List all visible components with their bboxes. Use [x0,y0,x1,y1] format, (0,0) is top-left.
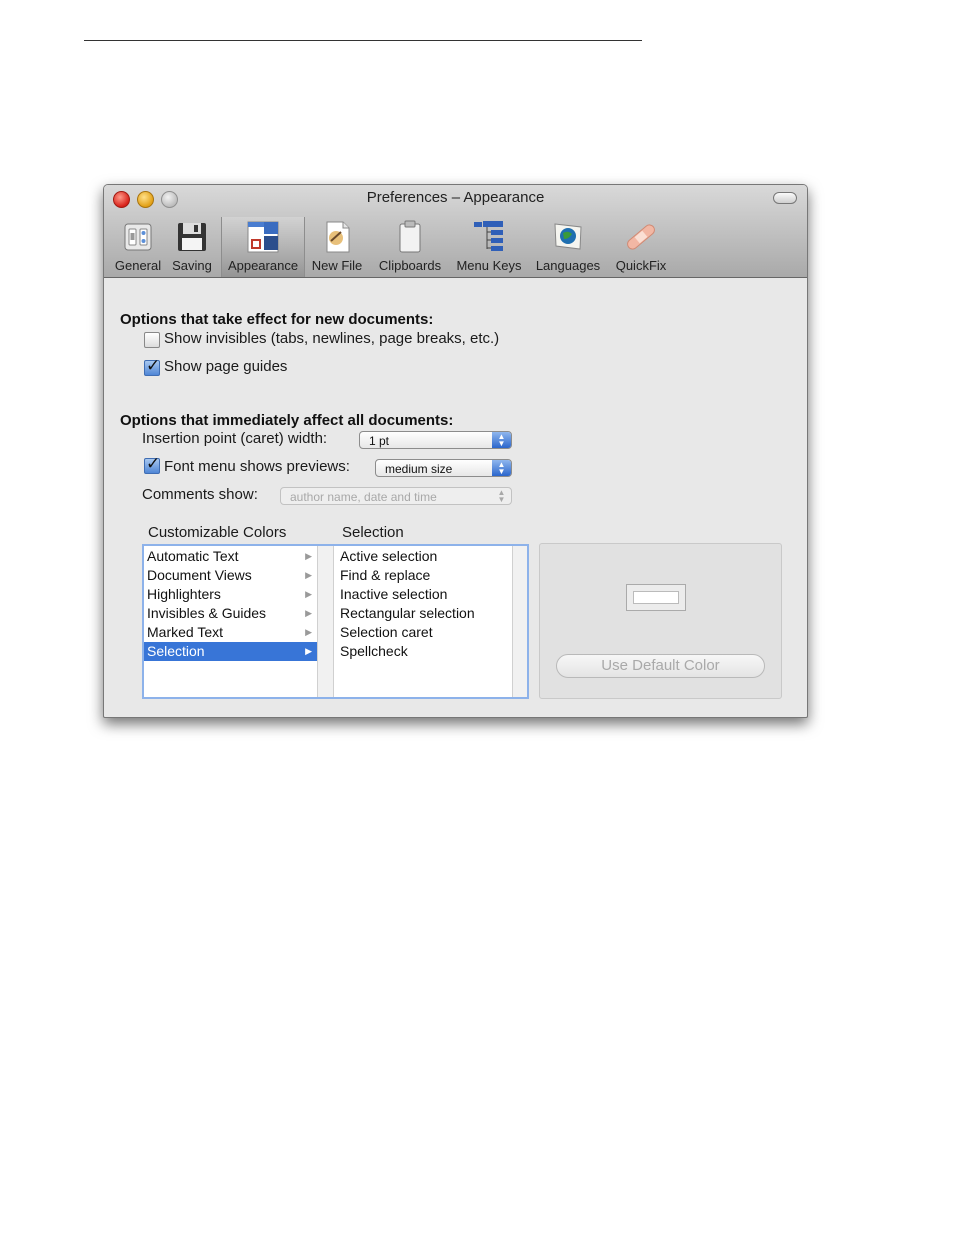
comments-show-label: Comments show: [142,486,258,503]
category-label: Marked Text [147,624,223,640]
disclosure-arrow-icon: ▶ [305,646,312,656]
category-label: Automatic Text [147,548,239,564]
tab-appearance-label: Appearance [227,258,299,273]
tab-menu-keys-label: Menu Keys [456,258,522,273]
tab-clipboards[interactable]: Clipboards [374,217,446,277]
floppy-disk-icon [178,223,206,251]
disclosure-arrow-icon: ▶ [305,551,312,561]
tab-quickfix-label: QuickFix [615,258,667,273]
caret-width-popup[interactable]: 1 pt ▲ ▼ [359,431,512,449]
category-marked-text[interactable]: Marked Text ▶ [144,623,317,642]
popup-arrows-icon: ▲ ▼ [492,432,511,448]
all-documents-heading: Options that immediately affect all docu… [120,412,454,429]
caret-width-label: Insertion point (caret) width: [142,430,328,447]
popup-arrows-icon: ▲ ▼ [492,460,511,476]
item-spellcheck[interactable]: Spellcheck [337,642,512,661]
item-inactive-selection[interactable]: Inactive selection [337,585,512,604]
category-invisibles-guides[interactable]: Invisibles & Guides ▶ [144,604,317,623]
color-category-column: Automatic Text ▶ Document Views ▶ Highligh… [144,546,317,697]
color-editor-panel: Use Default Color [539,543,782,699]
checkmark-icon: ✓ [146,356,161,375]
appearance-pane: Options that take effect for new documen… [104,278,807,717]
tab-appearance[interactable]: Appearance [221,217,305,277]
new-documents-heading: Options that take effect for new documen… [120,311,434,328]
font-previews-label[interactable]: Font menu shows previews: [164,458,350,475]
tab-clipboards-label: Clipboards [378,258,442,273]
checkmark-icon: ✓ [146,454,161,473]
show-page-guides-checkbox[interactable]: ✓ [144,356,160,376]
disclosure-arrow-icon: ▶ [305,570,312,580]
window-title: Preferences – Appearance [366,189,545,206]
category-selection[interactable]: Selection ▶ [144,642,317,661]
item-column-scrollbar[interactable] [512,546,527,697]
tab-saving[interactable]: Saving [168,217,216,277]
color-item-column: Active selection Find & replace Inactive… [337,546,512,697]
category-label: Highlighters [147,586,221,602]
disclosure-arrow-icon: ▶ [305,627,312,637]
comments-show-value: author name, date and time [290,490,437,504]
globe-flag-icon [554,223,582,250]
tab-quickfix[interactable]: QuickFix [610,217,672,277]
disclosure-arrow-icon: ▶ [305,608,312,618]
category-column-scrollbar[interactable] [317,546,334,697]
switches-icon [124,223,152,251]
show-page-guides-label[interactable]: Show page guides [164,358,287,375]
color-well[interactable] [626,584,686,611]
font-previews-checkbox[interactable]: ✓ [144,454,160,474]
tab-menu-keys[interactable]: Menu Keys [452,217,526,277]
menu-keys-icon [474,221,503,251]
color-well-swatch [633,591,679,604]
item-active-selection[interactable]: Active selection [337,547,512,566]
use-default-color-button[interactable]: Use Default Color [556,654,765,678]
category-automatic-text[interactable]: Automatic Text ▶ [144,547,317,566]
caret-width-value: 1 pt [369,434,390,448]
page-top-rule [84,40,642,41]
window-titlebar: Preferences – Appearance General Saving [104,185,807,278]
item-selection-caret[interactable]: Selection caret [337,623,512,642]
tab-new-file-label: New File [311,258,363,273]
font-previews-value: medium size [385,462,453,476]
tab-languages-label: Languages [535,258,601,273]
customizable-colors-header: Customizable Colors [148,524,287,541]
tab-saving-label: Saving [172,258,212,273]
show-invisibles-label[interactable]: Show invisibles (tabs, newlines, page br… [164,330,499,347]
popup-arrows-icon: ▲ ▼ [497,488,506,504]
bandage-icon [627,224,655,250]
category-highlighters[interactable]: Highlighters ▶ [144,585,317,604]
appearance-icon [247,221,279,253]
tab-languages[interactable]: Languages [532,217,604,277]
disclosure-arrow-icon: ▶ [305,589,312,599]
show-invisibles-checkbox[interactable] [144,332,160,348]
item-rectangular-selection[interactable]: Rectangular selection [337,604,512,623]
tab-general[interactable]: General [110,217,166,277]
clipboard-icon [399,220,421,253]
tab-general-label: General [114,258,162,273]
category-label: Selection [147,643,205,659]
category-label: Document Views [147,567,252,583]
color-browser: Automatic Text ▶ Document Views ▶ Highligh… [142,544,529,699]
item-find-replace[interactable]: Find & replace [337,566,512,585]
comments-show-popup[interactable]: author name, date and time ▲ ▼ [280,487,512,505]
category-label: Invisibles & Guides [147,605,267,621]
category-document-views[interactable]: Document Views ▶ [144,566,317,585]
selection-column-header: Selection [342,524,404,541]
tab-new-file[interactable]: New File [308,217,366,277]
new-file-icon [326,221,350,253]
font-previews-popup[interactable]: medium size ▲ ▼ [375,459,512,477]
preferences-window: Preferences – Appearance General Saving [103,184,808,718]
toolbar-toggle-button[interactable] [773,192,797,204]
